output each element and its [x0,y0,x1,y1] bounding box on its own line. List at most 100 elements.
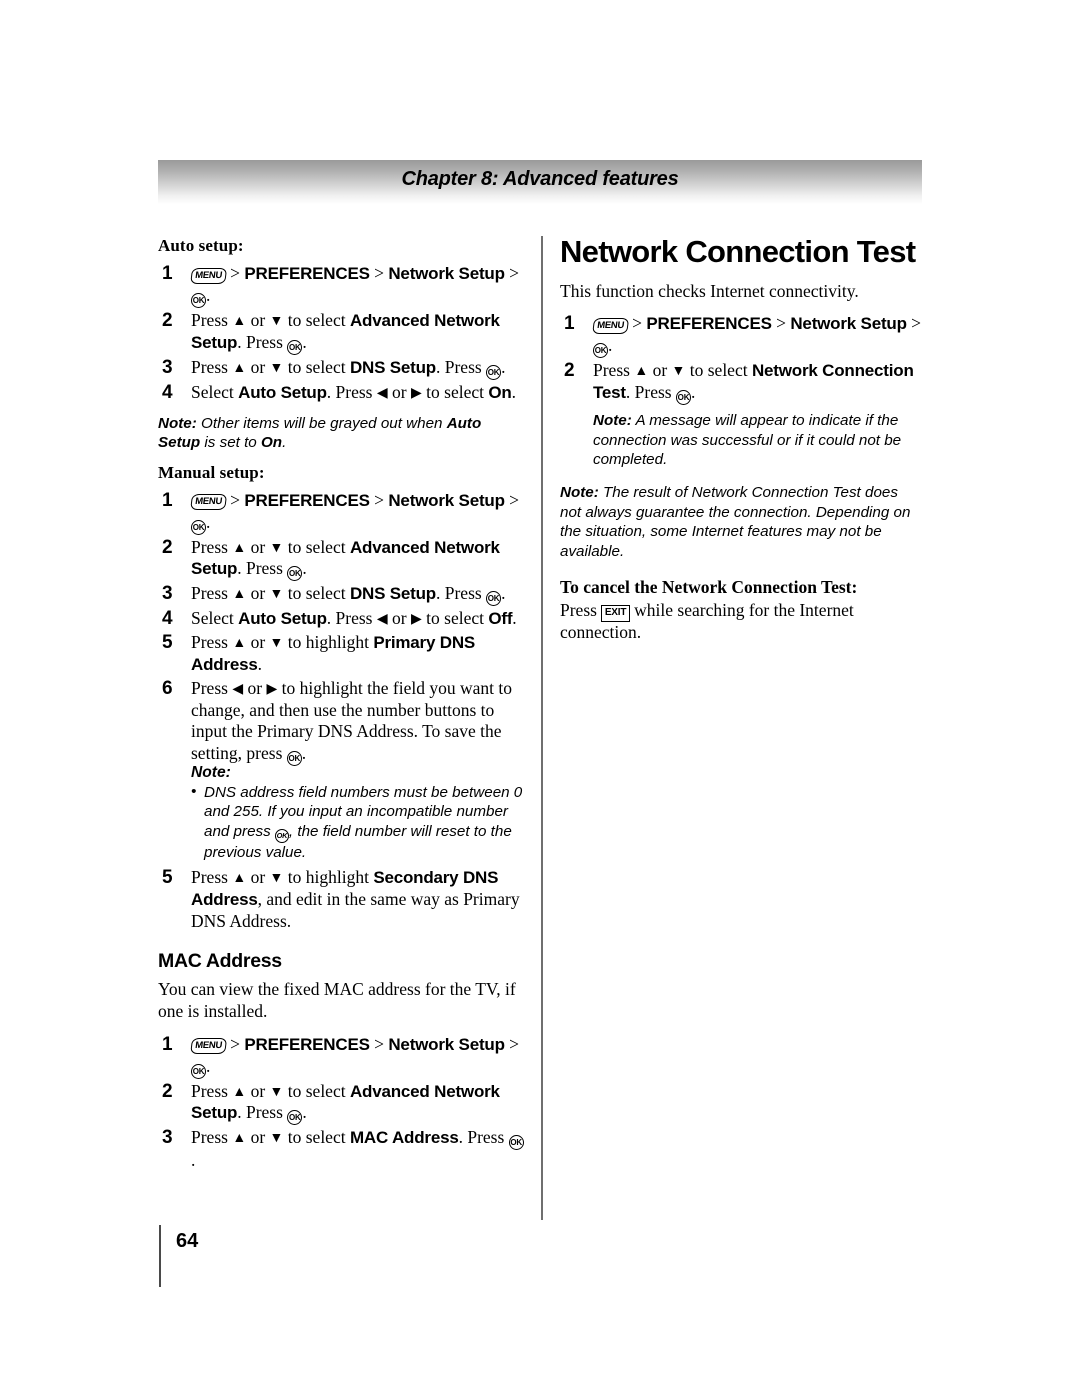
emphasis-text: Network Setup [388,264,505,283]
breadcrumb-separator: > [504,1033,520,1054]
left-arrow-icon: ◀ [376,385,388,401]
up-arrow-icon: ▲ [232,313,247,329]
emphasis-text: DNS Setup [349,357,436,377]
step6-note-block: Note: DNS address field numbers must be … [191,764,526,863]
up-arrow-icon: ▲ [634,364,649,380]
step-item: Press ◀ or ▶ to highlight the field you … [158,677,526,766]
menu-key-icon: MENU [190,267,227,284]
page-number: 64 [176,1230,199,1252]
down-arrow-icon: ▼ [269,313,284,329]
up-arrow-icon: ▲ [232,1131,247,1147]
step6-note-bullet: DNS address field numbers must be betwee… [191,782,526,863]
step-item: Select Auto Setup. Press ◀ or ▶ to selec… [162,607,517,630]
ok-key-icon: OK [191,519,206,535]
column-divider [541,236,543,1220]
emphasis-text: PREFERENCES [244,264,370,283]
breadcrumb-separator: > [504,489,520,510]
mac-address-heading: MAC Address [158,950,282,973]
emphasis-text: PREFERENCES [244,490,370,510]
ok-key-icon: OK [191,1063,206,1079]
network-test-note: Note: The result of Network Connection T… [560,483,922,561]
chapter-title: Chapter 8: Advanced features [401,168,679,190]
ok-key-icon: OK [287,1110,303,1126]
right-column: Network Connection Test This function ch… [560,234,922,655]
ok-key-icon: OK [191,292,206,308]
manual-setup-label: Manual setup: [158,462,265,482]
emphasis-text: MAC Address [349,1128,459,1148]
network-test-step-note: Note: A message will appear to indicate … [593,411,922,469]
up-arrow-icon: ▲ [232,587,247,603]
ok-key-icon: OK [508,1135,524,1151]
note-label: Note: [560,484,599,502]
emphasis-text: Off [488,609,513,629]
emphasis-text: Auto Setup [238,609,327,629]
step-item: Press ▲ or ▼ to select MAC Address. Pres… [162,1126,524,1171]
menu-key-icon: MENU [190,494,227,511]
down-arrow-icon: ▼ [269,587,284,603]
down-arrow-icon: ▼ [269,360,284,376]
breadcrumb-separator: > [771,313,791,334]
emphasis-text: PREFERENCES [244,1034,370,1054]
network-connection-test-intro: This function checks Internet connectivi… [560,280,859,301]
step-item: Press ▲ or ▼ to select Advanced Network … [158,1080,526,1126]
manual-setup-steps-cont: Press ▲ or ▼ to highlight Secondary DNS … [158,866,526,932]
breadcrumb-separator: > [230,1033,245,1054]
step-item: Press ▲ or ▼ to select Network Connectio… [560,359,922,406]
step-item: Press ▲ or ▼ to select Advanced Network … [158,309,526,355]
down-arrow-icon: ▼ [269,870,284,886]
network-connection-test-heading: Network Connection Test [560,234,916,269]
breadcrumb-separator: > [230,263,245,283]
emphasis-text: Auto Setup [238,382,327,402]
manual-setup-steps: MENU > PREFERENCES > Network Setup > OK.… [158,489,526,766]
step-item: Press ▲ or ▼ to highlight Secondary DNS … [162,866,520,931]
auto-setup-steps: MENU > PREFERENCES > Network Setup > OK.… [158,262,526,404]
up-arrow-icon: ▲ [232,540,247,556]
note-label: Note: [158,414,197,432]
auto-setup-note: Note: Other items will be grayed out whe… [158,414,526,453]
breadcrumb-separator: > [906,313,922,334]
step-item: Select Auto Setup. Press ◀ or ▶ to selec… [162,381,516,404]
ok-key-icon: OK [486,364,502,380]
left-column: Auto setup: MENU > PREFERENCES > Network… [158,236,526,1182]
auto-setup-label: Auto setup: [158,236,244,255]
emphasis-text: On [488,382,512,402]
page-number-rule [159,1225,161,1287]
breadcrumb-separator: > [369,489,389,510]
step-item: Press ▲ or ▼ to select DNS Setup. Press … [158,582,526,607]
emphasis-text: Network Setup [388,1034,505,1054]
down-arrow-icon: ▼ [269,636,284,652]
step-item: Press ▲ or ▼ to highlight Primary DNS Ad… [162,631,476,675]
step6-note-label: Note: [191,763,231,781]
step-item: Press ▲ or ▼ to select Advanced Network … [158,536,526,582]
note-body: A message will appear to indicate if the… [593,412,902,468]
breadcrumb-separator: > [369,263,389,283]
step-item: MENU > PREFERENCES > Network Setup > OK. [158,262,526,308]
down-arrow-icon: ▼ [671,364,686,380]
down-arrow-icon: ▼ [269,1084,284,1100]
up-arrow-icon: ▲ [232,360,247,376]
menu-key-icon: MENU [190,1038,227,1055]
emphasis-text: On [260,434,283,452]
network-connection-test-steps: MENU > PREFERENCES > Network Setup > OK.… [560,312,922,406]
step-item: MENU > PREFERENCES > Network Setup > OK. [158,489,526,535]
note-body: The result of Network Connection Test do… [560,484,911,560]
breadcrumb-separator: > [369,1033,389,1054]
emphasis-text: Network Setup [790,314,907,334]
cancel-test-body: Press EXIT while searching for the Inter… [560,600,854,642]
step-item: Press ▲ or ▼ to select DNS Setup. Press … [158,356,526,380]
step-item: MENU > PREFERENCES > Network Setup > OK. [158,1033,526,1079]
down-arrow-icon: ▼ [269,540,284,556]
emphasis-text: PREFERENCES [646,314,772,334]
note-label: Note: [593,412,632,430]
breadcrumb-separator: > [230,489,245,510]
left-arrow-icon: ◀ [376,612,388,628]
left-arrow-icon: ◀ [232,682,244,698]
exit-key-icon: EXIT [601,605,630,622]
ok-key-icon: OK [287,566,303,582]
mac-address-steps: MENU > PREFERENCES > Network Setup > OK.… [158,1033,526,1172]
down-arrow-icon: ▼ [269,1131,284,1147]
breadcrumb-separator: > [504,263,520,283]
step-item: MENU > PREFERENCES > Network Setup > OK. [560,312,922,359]
ok-key-icon: OK [286,750,302,766]
emphasis-text: DNS Setup [349,584,436,604]
